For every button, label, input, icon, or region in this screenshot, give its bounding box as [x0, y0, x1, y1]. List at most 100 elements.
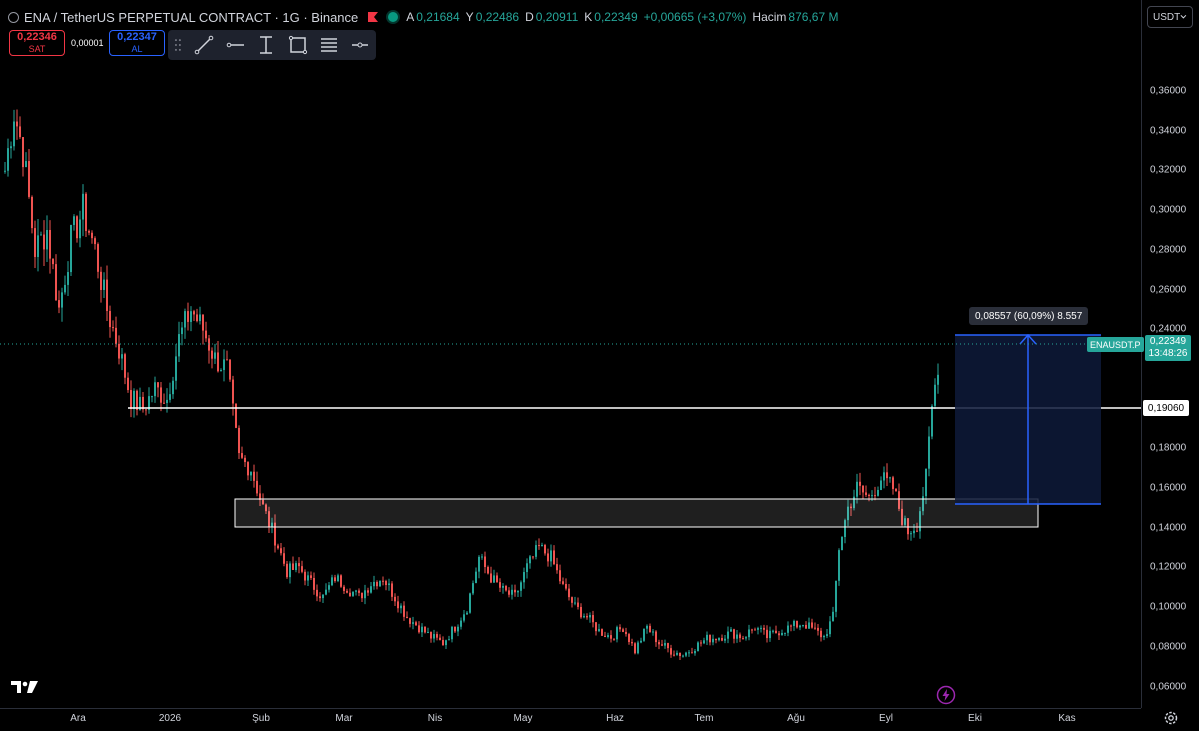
vertical-line-tool[interactable] — [251, 32, 282, 58]
candle-body — [445, 640, 447, 646]
rectangle-tool[interactable] — [282, 32, 313, 58]
candle-body — [805, 624, 807, 629]
candle-body — [832, 611, 834, 622]
flag-icon[interactable] — [368, 12, 379, 22]
candle-body — [184, 311, 186, 328]
candle-body — [493, 575, 495, 583]
buy-label: AL — [131, 44, 143, 54]
candle-body — [328, 585, 330, 590]
candle-body — [601, 629, 603, 636]
ohlc-value: 0,22349 — [594, 10, 638, 24]
candle-body — [682, 655, 684, 657]
time-tick-label: Eki — [968, 713, 982, 724]
market-status-icon[interactable] — [388, 12, 399, 22]
candle-body — [223, 359, 225, 371]
candle-body — [334, 577, 336, 582]
candle-body — [481, 556, 483, 558]
candle-body — [712, 638, 714, 643]
candle-body — [703, 640, 705, 644]
candle-body — [634, 643, 636, 654]
candle-body — [13, 121, 15, 147]
candle-body — [154, 382, 156, 397]
ohlc-key: A — [406, 10, 415, 24]
candle-body — [280, 548, 282, 554]
time-tick-label: Tem — [694, 713, 714, 724]
candle-body — [253, 471, 255, 481]
candle-body — [451, 626, 453, 640]
price-chart[interactable] — [0, 0, 1141, 708]
candle-body — [169, 394, 171, 400]
candle-body — [475, 571, 477, 584]
candle-body — [442, 639, 444, 646]
candle-body — [886, 472, 888, 479]
candle-body — [388, 583, 390, 586]
candle-body — [7, 148, 9, 171]
drag-handle-icon[interactable] — [174, 38, 182, 52]
horizontal-ray-tool[interactable] — [219, 32, 250, 58]
candle-body — [544, 544, 546, 554]
candle-body — [490, 573, 492, 583]
trend-line-tool[interactable] — [188, 32, 219, 58]
candle-body — [295, 563, 297, 571]
candle-body — [61, 292, 63, 308]
candle-body — [421, 626, 423, 633]
settings-gear-icon[interactable] — [1163, 710, 1179, 726]
buy-button[interactable]: 0,22347 AL — [109, 30, 165, 56]
candle-body — [562, 581, 564, 584]
tradingview-logo-icon[interactable] — [11, 679, 39, 695]
trend-line-icon — [194, 35, 213, 55]
candle-body — [874, 495, 876, 497]
candle-body — [589, 615, 591, 618]
candle-body — [688, 652, 690, 654]
time-tick-label: Kas — [1058, 713, 1076, 724]
candle-body — [31, 196, 33, 229]
candle-body — [925, 468, 927, 497]
candle-body — [367, 590, 369, 593]
symbol-title[interactable]: ENA / TetherUS PERPETUAL CONTRACT · 1G ·… — [24, 10, 358, 25]
support-zone-rectangle[interactable] — [234, 498, 1039, 528]
time-tick-label: Şub — [252, 713, 270, 724]
candle-body — [769, 630, 771, 639]
candle-body — [613, 638, 615, 640]
candle-body — [292, 563, 294, 571]
candle-body — [205, 330, 207, 339]
drawing-toolbar — [168, 30, 376, 60]
candle-body — [736, 634, 738, 639]
candle-body — [595, 622, 597, 632]
time-scale[interactable]: Ara 2026 Şub Mar Nis May Haz Tem Ağu Eyl Eki Kas — [0, 708, 1141, 731]
candle-body — [313, 577, 315, 590]
candle-body — [457, 626, 459, 632]
candle-body — [658, 642, 660, 645]
time-tick-label: Mar — [335, 713, 353, 724]
candlestick-series — [4, 109, 939, 660]
candle-body — [778, 633, 780, 636]
time-tick-label: Eyl — [879, 713, 893, 724]
candle-body — [190, 311, 192, 322]
candle-body — [322, 594, 324, 599]
candle-body — [67, 272, 69, 285]
candle-body — [34, 228, 36, 257]
candle-body — [79, 219, 81, 239]
candle-body — [811, 622, 813, 628]
ohlc-key: D — [525, 10, 534, 24]
candle-body — [718, 637, 720, 641]
text-lines-icon — [320, 38, 337, 52]
candle-body — [319, 596, 321, 599]
chart-legend: ENA / TetherUS PERPETUAL CONTRACT · 1G ·… — [8, 9, 842, 25]
candle-body — [610, 635, 612, 639]
candle-body — [361, 592, 363, 599]
candle-body — [571, 597, 573, 603]
candle-body — [895, 488, 897, 492]
crosshair-line-tool[interactable] — [345, 32, 376, 58]
candle-body — [715, 638, 717, 641]
candle-body — [859, 481, 861, 486]
sell-button[interactable]: 0,22346 SAT — [9, 30, 65, 56]
lightning-icon[interactable] — [936, 685, 956, 705]
candle-body — [739, 634, 741, 639]
price-tick-label: 0,08000 — [1150, 641, 1187, 653]
price-tick-label: 0,14000 — [1150, 522, 1187, 534]
text-lines-tool[interactable] — [313, 32, 344, 58]
candle-body — [49, 230, 51, 259]
candle-body — [187, 311, 189, 322]
time-tick-label: May — [513, 713, 533, 724]
